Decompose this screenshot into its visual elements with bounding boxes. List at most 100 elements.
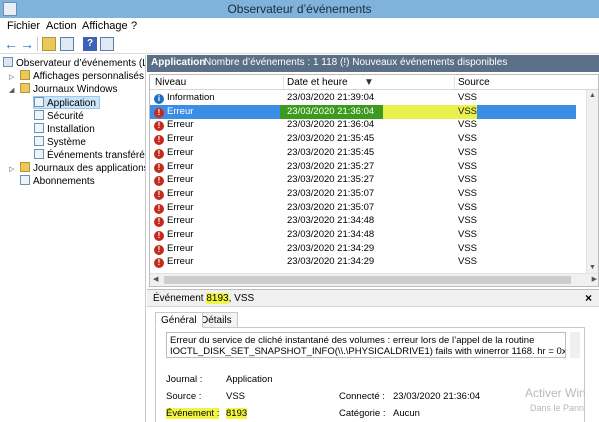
column-header-datetime[interactable]: Date et heure — [287, 77, 348, 88]
back-arrow-icon[interactable]: ← — [4, 37, 18, 51]
forward-arrow-icon[interactable]: → — [20, 37, 34, 51]
table-row[interactable]: ! Erreur 23/03/2020 21:35:27 VSS — [150, 173, 576, 187]
subscriptions-icon — [20, 175, 30, 185]
table-row[interactable]: ! Erreur 23/03/2020 21:35:45 VSS — [150, 132, 576, 146]
journal-value: Application — [226, 374, 273, 385]
row-level-text: Erreur — [167, 133, 194, 145]
detail-title-prefix: Événement — [153, 293, 204, 304]
row-source: VSS — [458, 229, 478, 240]
tab-general[interactable]: Général — [155, 312, 203, 328]
information-icon: i — [154, 94, 164, 104]
menu-help[interactable]: ? — [131, 20, 137, 32]
table-row[interactable]: i Information 23/03/2020 21:39:04 VSS — [150, 91, 576, 105]
row-level: ! Erreur — [154, 229, 193, 241]
folder-icon — [20, 70, 30, 80]
show-hide-tree-icon[interactable] — [60, 37, 74, 51]
toolbar: ← → ? — [0, 34, 599, 54]
error-icon: ! — [154, 244, 164, 255]
sort-descending-icon: ▼ — [364, 77, 374, 88]
tree-item-security[interactable]: Sécurité — [34, 110, 84, 123]
message-scrollbar[interactable] — [570, 332, 580, 358]
table-row[interactable]: ! Erreur 23/03/2020 21:34:48 VSS — [150, 228, 576, 242]
menu-fichier[interactable]: Fichier — [7, 20, 40, 32]
table-row[interactable]: ! Erreur 23/03/2020 21:34:29 VSS — [150, 242, 576, 256]
event-viewer-icon — [3, 57, 13, 67]
row-source: VSS — [458, 160, 478, 172]
row-level-text: Erreur — [167, 201, 194, 213]
table-row[interactable]: ! Erreur 23/03/2020 21:36:04 VSS — [150, 104, 576, 119]
row-datetime: 23/03/2020 21:35:07 — [287, 201, 375, 213]
horizontal-scroll-thumb[interactable] — [164, 276, 571, 284]
table-row[interactable]: ! Erreur 23/03/2020 21:34:29 VSS — [150, 255, 576, 269]
detail-header: Événement 8193, VSS × — [147, 290, 599, 307]
row-source: VSS — [458, 187, 478, 199]
log-icon — [34, 149, 44, 159]
toolbar-separator — [37, 37, 38, 51]
column-header-level[interactable]: Niveau — [155, 77, 186, 88]
expand-chevron-icon[interactable]: ▷ — [9, 165, 14, 173]
column-divider[interactable] — [283, 76, 284, 89]
tree-item-app-services-logs[interactable]: Journaux des applications et — [20, 162, 146, 175]
scroll-up-icon[interactable]: ▲ — [589, 92, 596, 99]
table-row[interactable]: ! Erreur 23/03/2020 21:35:07 VSS — [150, 187, 576, 201]
row-source: VSS — [458, 133, 478, 145]
scroll-right-icon[interactable]: ▶ — [592, 275, 597, 283]
collapse-chevron-icon[interactable]: ◢ — [9, 86, 14, 94]
log-icon — [34, 123, 44, 133]
row-source: VSS — [458, 105, 478, 117]
row-datetime: 23/03/2020 21:34:48 — [287, 215, 375, 227]
connected-label: Connecté : — [339, 391, 385, 402]
tree-item-forwarded-events[interactable]: Événements transférés — [34, 149, 145, 162]
table-row[interactable]: ! Erreur 23/03/2020 21:35:45 VSS — [150, 146, 576, 160]
tree-item-label: Journaux des applications et — [33, 163, 146, 174]
tree-item-label: Affichages personnalisés — [33, 71, 144, 82]
journal-label: Journal : — [166, 374, 203, 385]
error-icon: ! — [154, 121, 164, 132]
row-level: i Information — [154, 92, 215, 104]
column-divider[interactable] — [454, 76, 455, 89]
tree-item-label: Installation — [47, 124, 95, 135]
close-icon[interactable]: × — [585, 291, 592, 305]
error-icon: ! — [154, 231, 164, 241]
error-icon: ! — [154, 148, 164, 159]
tree-item-custom-views[interactable]: Affichages personnalisés — [20, 70, 144, 83]
help-icon[interactable]: ? — [83, 37, 97, 51]
tree-root[interactable]: Observateur d’événements (Loca — [3, 57, 145, 70]
vertical-scrollbar[interactable]: ▲ ▼ — [586, 90, 598, 273]
table-row[interactable]: ! Erreur 23/03/2020 21:36:04 VSS — [150, 118, 576, 132]
up-folder-icon[interactable] — [42, 37, 56, 51]
row-source: VSS — [458, 174, 478, 186]
scroll-down-icon[interactable]: ▼ — [589, 264, 596, 271]
source-value: VSS — [226, 391, 246, 402]
menu-action[interactable]: Action — [46, 20, 77, 32]
source-label: Source : — [166, 391, 202, 402]
row-source: VSS — [458, 201, 478, 213]
tree-item-application[interactable]: Application — [33, 96, 100, 109]
menu-affichage[interactable]: Affichage — [82, 20, 128, 32]
tree-item-label: Application — [47, 98, 96, 109]
tree-item-setup[interactable]: Installation — [34, 123, 95, 136]
column-header-source[interactable]: Source — [458, 77, 490, 88]
expand-chevron-icon[interactable]: ▷ — [9, 73, 14, 81]
window-title: Observateur d’événements — [227, 2, 372, 16]
row-datetime: 23/03/2020 21:35:27 — [287, 160, 375, 172]
row-datetime: 23/03/2020 21:39:04 — [287, 92, 375, 103]
action-pane-icon[interactable] — [100, 37, 114, 51]
horizontal-scrollbar[interactable]: ◀ ▶ — [150, 273, 598, 286]
table-row[interactable]: ! Erreur 23/03/2020 21:35:07 VSS — [150, 201, 576, 215]
tree-item-windows-logs[interactable]: Journaux Windows — [20, 83, 117, 96]
category-value: Aucun — [393, 408, 420, 419]
row-datetime: 23/03/2020 21:36:04 — [287, 105, 375, 117]
navigation-tree: Observateur d’événements (Loca ▷ Afficha… — [0, 55, 146, 422]
table-row[interactable]: ! Erreur 23/03/2020 21:35:27 VSS — [150, 160, 576, 174]
event-message-line-2: IOCTL_DISK_SET_SNAPSHOT_INFO(\\.\PHYSICA… — [170, 346, 566, 357]
table-row[interactable]: ! Erreur 23/03/2020 21:34:48 VSS — [150, 214, 576, 228]
menu-bar: Fichier Action Affichage ? — [0, 18, 599, 34]
event-message[interactable]: Erreur du service de cliché instantané d… — [166, 332, 566, 358]
scroll-left-icon[interactable]: ◀ — [153, 275, 158, 283]
tree-item-system[interactable]: Système — [34, 136, 86, 149]
row-level: ! Erreur — [154, 202, 193, 214]
tree-item-subscriptions[interactable]: Abonnements — [20, 175, 95, 188]
row-source: VSS — [458, 215, 478, 227]
row-level-text: Information — [167, 92, 215, 103]
